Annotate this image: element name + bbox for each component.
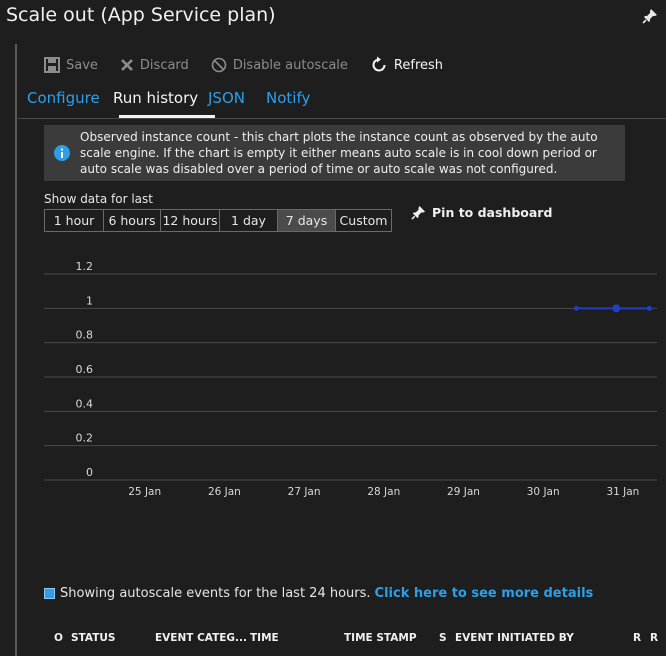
tab-run-history[interactable]: Run history xyxy=(113,89,198,107)
pin-icon xyxy=(411,205,426,220)
events-checkbox[interactable] xyxy=(44,588,55,599)
info-banner: Observed instance count - this chart plo… xyxy=(44,125,625,181)
x-tick-label: 30 Jan xyxy=(527,486,560,498)
x-tick-label: 25 Jan xyxy=(128,486,161,498)
close-icon xyxy=(121,59,133,71)
tab-configure[interactable]: Configure xyxy=(27,89,100,107)
block-icon xyxy=(211,57,227,73)
x-tick-label: 26 Jan xyxy=(208,486,241,498)
pin-to-dashboard-button[interactable]: Pin to dashboard xyxy=(411,205,552,220)
more-details-link[interactable]: Click here to see more details xyxy=(375,586,594,601)
disable-autoscale-label: Disable autoscale xyxy=(232,57,348,73)
tab-json[interactable]: JSON xyxy=(208,89,245,107)
tab-notify[interactable]: Notify xyxy=(266,89,310,107)
range-7-days[interactable]: 7 days xyxy=(278,210,336,231)
column-header-r1[interactable]: R xyxy=(633,632,641,644)
disable-autoscale-button[interactable]: Disable autoscale xyxy=(211,57,348,73)
autoscale-events-summary: Showing autoscale events for the last 24… xyxy=(44,586,593,601)
pin-icon[interactable] xyxy=(642,8,658,24)
info-icon xyxy=(54,145,70,161)
save-label: Save xyxy=(66,57,98,73)
refresh-icon xyxy=(372,56,386,72)
refresh-button[interactable]: Refresh xyxy=(370,56,443,74)
info-text: Observed instance count - this chart plo… xyxy=(80,130,598,176)
range-12-hours[interactable]: 12 hours xyxy=(161,210,220,231)
range-1-day[interactable]: 1 day xyxy=(220,210,278,231)
data-point xyxy=(612,304,621,313)
range-1-hour[interactable]: 1 hour xyxy=(45,210,104,231)
column-header-event-initiated-by[interactable]: EVENT INITIATED BY xyxy=(455,632,574,644)
y-tick-label: 0.2 xyxy=(76,432,94,445)
data-point xyxy=(646,305,652,311)
y-tick-label: 0.6 xyxy=(76,363,94,376)
column-header-r2[interactable]: R xyxy=(650,632,658,644)
discard-label: Discard xyxy=(139,57,189,73)
events-text: Showing autoscale events for the last 24… xyxy=(60,586,371,601)
data-point xyxy=(573,305,579,311)
y-tick-label: 0.8 xyxy=(76,329,94,342)
x-tick-label: 29 Jan xyxy=(447,486,480,498)
tab-strip: Configure Run history JSON Notify xyxy=(18,84,666,119)
x-tick-label: 31 Jan xyxy=(606,486,639,498)
instance-count-chart: 1.2 1 0.8 0.6 0.4 0.2 0 25 Jan 26 Jan 27 Jan 28 J… xyxy=(44,260,657,498)
y-tick-label: 0.4 xyxy=(76,397,94,410)
y-tick-label: 1 xyxy=(86,294,93,307)
x-tick-label: 27 Jan xyxy=(288,486,321,498)
blade-title: Scale out (App Service plan) xyxy=(6,4,276,26)
time-range-label: Show data for last xyxy=(44,192,153,206)
refresh-label: Refresh xyxy=(393,57,444,73)
column-header-time[interactable]: TIME xyxy=(250,632,279,644)
selected-tab-indicator xyxy=(119,115,215,118)
discard-button[interactable]: Discard xyxy=(120,58,189,73)
command-bar: Save Discard Disable autoscale Refresh xyxy=(44,53,465,77)
events-grid-header: O STATUS EVENT CATEG... TIME TIME STAMP … xyxy=(0,632,666,646)
y-tick-label: 1.2 xyxy=(76,260,94,273)
save-button[interactable]: Save xyxy=(44,57,98,73)
range-6-hours[interactable]: 6 hours xyxy=(104,210,161,231)
range-custom[interactable]: Custom xyxy=(336,210,391,231)
column-header-event-category[interactable]: EVENT CATEG... xyxy=(155,632,247,644)
column-header-time-stamp[interactable]: TIME STAMP xyxy=(344,632,417,644)
column-header-status[interactable]: STATUS xyxy=(71,632,115,644)
pin-to-dashboard-label: Pin to dashboard xyxy=(432,205,553,220)
y-tick-label: 0 xyxy=(86,466,93,479)
column-header-s[interactable]: S xyxy=(439,632,447,644)
time-range-selector: 1 hour 6 hours 12 hours 1 day 7 days Cus… xyxy=(44,209,392,232)
column-header[interactable]: O xyxy=(54,632,63,644)
save-icon xyxy=(44,57,60,73)
x-tick-label: 28 Jan xyxy=(367,486,400,498)
